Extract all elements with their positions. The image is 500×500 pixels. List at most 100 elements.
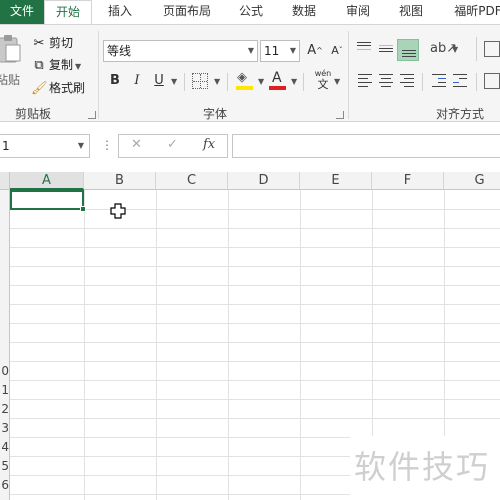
tab-review[interactable]: 审阅 [339, 0, 377, 24]
gridline [10, 285, 500, 286]
font-name-dropdown-icon[interactable]: ▼ [248, 41, 254, 61]
underline-dropdown-icon[interactable]: ▼ [171, 77, 177, 86]
paste-icon [0, 35, 21, 63]
increase-indent-button[interactable] [451, 72, 469, 90]
column-header-a[interactable]: A [10, 172, 84, 190]
middle-align-button[interactable] [377, 40, 395, 58]
font-name-combo[interactable]: 等线 ▼ [103, 40, 258, 62]
wrap-text-button[interactable] [484, 41, 500, 57]
phonetic-guide-button[interactable]: wén 文 [311, 69, 335, 93]
font-size-dropdown-icon[interactable]: ▼ [290, 41, 296, 61]
tab-formulas[interactable]: 公式 [232, 0, 270, 24]
select-all-corner[interactable] [0, 172, 10, 190]
insert-function-icon[interactable]: fx [203, 137, 215, 152]
grow-font-icon: A [307, 43, 317, 58]
tab-data[interactable]: 数据 [285, 0, 323, 24]
font-color-swatch [269, 86, 286, 90]
align-center-button[interactable] [377, 72, 395, 90]
watermark-text: 软件技巧 [354, 448, 491, 486]
row-header-label[interactable]: 5 [0, 457, 10, 476]
column-header-f[interactable]: F [372, 172, 444, 190]
top-align-button[interactable] [355, 40, 373, 58]
font-color-button[interactable]: A [268, 70, 288, 92]
copy-icon: ⧉ [34, 58, 44, 73]
phonetic-character-label: 文 [317, 78, 329, 91]
borders-button[interactable] [192, 73, 208, 89]
gridline [10, 228, 500, 229]
row-header-label[interactable]: 2 [0, 400, 10, 419]
decrease-font-size-button[interactable]: Aˇ [326, 40, 348, 62]
gridline [10, 342, 500, 343]
column-header-g[interactable]: G [444, 172, 500, 190]
row-header-label[interactable]: 4 [0, 438, 10, 457]
format-painter-label: 格式刷 [49, 81, 86, 95]
gridline [228, 190, 229, 500]
tab-page-layout[interactable]: 页面布局 [156, 0, 218, 24]
font-color-icon: A [272, 70, 282, 86]
gridline [10, 323, 500, 324]
column-header-c[interactable]: C [156, 172, 228, 190]
tab-file[interactable]: 文件 [0, 0, 44, 24]
cut-button[interactable]: ✂ 剪切 [31, 34, 73, 52]
tab-view[interactable]: 视图 [392, 0, 430, 24]
paste-button[interactable]: 粘贴 [0, 31, 24, 91]
name-box-dropdown-icon[interactable]: ▼ [78, 135, 84, 157]
name-box-value: 1 [2, 139, 10, 153]
cancel-icon[interactable]: ✕ [131, 137, 142, 152]
align-right-button[interactable] [398, 72, 416, 90]
down-caret-icon: ˇ [338, 46, 343, 55]
tab-insert[interactable]: 插入 [100, 0, 140, 24]
gridline [10, 380, 500, 381]
italic-button[interactable]: I [126, 70, 148, 92]
row-header-label[interactable]: 6 [0, 476, 10, 495]
font-size-combo[interactable]: 11 ▼ [260, 40, 300, 62]
borders-dropdown-icon[interactable]: ▼ [214, 77, 220, 86]
fill-color-button[interactable]: ◈ [235, 70, 255, 92]
decrease-indent-button[interactable] [430, 72, 448, 90]
underline-button[interactable]: U [148, 70, 170, 92]
font-name-value: 等线 [107, 44, 132, 58]
active-cell-a1[interactable] [10, 190, 86, 212]
gridline [10, 247, 500, 248]
orientation-dropdown-icon[interactable]: ▼ [452, 45, 458, 54]
tab-foxit-pdf[interactable]: 福昕PDF [446, 0, 500, 24]
clipboard-launcher-icon[interactable] [88, 111, 96, 119]
gridline [156, 190, 157, 500]
align-left-button[interactable] [356, 72, 374, 90]
bottom-align-button[interactable] [397, 39, 419, 61]
column-header-d[interactable]: D [228, 172, 300, 190]
more-options-icon[interactable]: ⋮ [101, 138, 113, 152]
fill-color-dropdown-icon[interactable]: ▼ [258, 77, 264, 86]
enter-icon[interactable]: ✓ [167, 137, 178, 152]
formula-input[interactable] [232, 134, 500, 158]
group-separator [348, 31, 349, 119]
phonetic-pinyin-label: wén [314, 69, 332, 78]
ribbon-home: 粘贴 ✂ 剪切 ⧉ 复制 ▼ 🖌格式刷 剪贴板 等线 ▼ 11 ▼ A^ Aˇ B I… [0, 24, 500, 122]
gridline [84, 190, 85, 500]
column-header-e[interactable]: E [300, 172, 372, 190]
font-launcher-icon[interactable] [336, 111, 344, 119]
gridline [10, 361, 500, 362]
group-separator [98, 31, 99, 119]
bold-button[interactable]: B [104, 70, 126, 92]
copy-button[interactable]: ⧉ 复制 ▼ [31, 56, 81, 74]
row-header-label[interactable]: 1 [0, 381, 10, 400]
tab-home[interactable]: 开始 [44, 0, 92, 24]
row-header-label[interactable]: 3 [0, 419, 10, 438]
alignment-group-label: 对齐方式 [436, 107, 485, 121]
increase-font-size-button[interactable]: A^ [304, 40, 326, 62]
copy-label: 复制 [49, 58, 74, 72]
row-header-label[interactable]: 0 [0, 362, 10, 381]
copy-dropdown-icon[interactable]: ▼ [75, 58, 81, 76]
name-box[interactable]: 1 ▼ [0, 134, 90, 158]
merge-center-button[interactable] [484, 73, 500, 89]
paintbrush-icon: 🖌 [31, 81, 48, 96]
column-header-b[interactable]: B [84, 172, 156, 190]
phonetic-dropdown-icon[interactable]: ▼ [334, 77, 340, 86]
divider [422, 73, 423, 91]
font-color-dropdown-icon[interactable]: ▼ [291, 77, 297, 86]
fill-handle[interactable] [80, 206, 86, 212]
gridline [300, 190, 301, 500]
cell-select-cursor-icon [110, 203, 126, 222]
format-painter-button[interactable]: 🖌格式刷 [31, 79, 85, 97]
